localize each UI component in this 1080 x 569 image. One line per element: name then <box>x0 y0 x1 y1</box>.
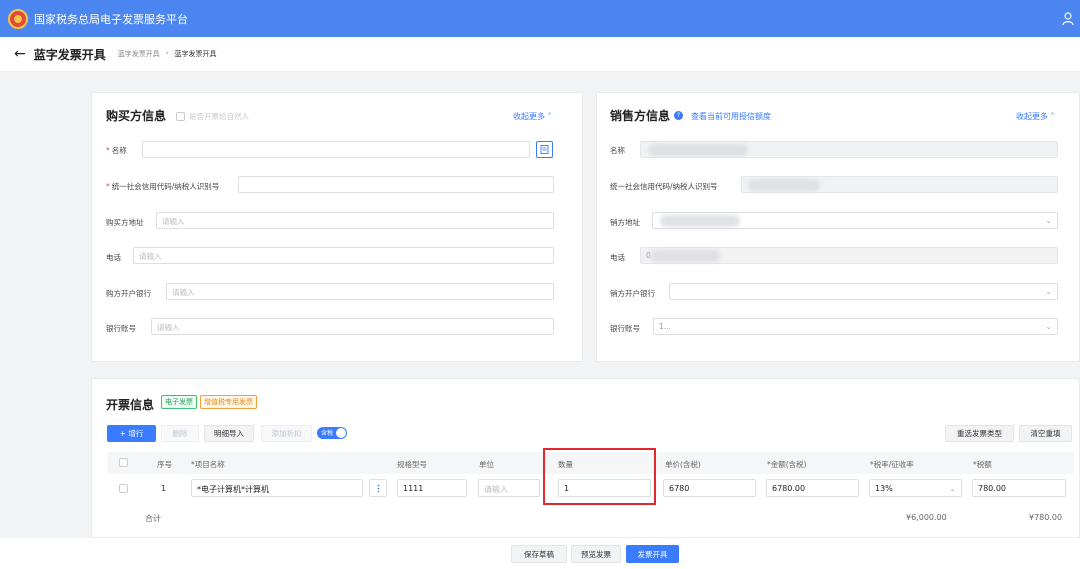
page-header: ← 蓝字发票开具 蓝字发票开具 › 蓝字发票开具 <box>0 37 1080 72</box>
page-title: 蓝字发票开具 <box>33 47 106 62</box>
seller-name-label: 名称 <box>610 146 625 155</box>
buyer-taxid-label: * 统一社会信用代码/纳税人识别号 <box>106 182 220 191</box>
tax-emblem-icon <box>8 8 28 29</box>
chevron-down-icon: ⌄ <box>1045 322 1052 331</box>
total-tax: ¥780.00 <box>1029 513 1063 522</box>
electronic-invoice-tag: 电子发票 <box>161 395 197 409</box>
col-amount: *金额(含税) <box>767 460 807 469</box>
natural-person-checkbox[interactable] <box>176 112 185 121</box>
col-unit: 单位 <box>479 460 494 469</box>
invoice-title: 开票信息 <box>106 398 155 412</box>
redacted-value <box>660 215 740 227</box>
amount-input[interactable]: 6780.00 <box>766 479 859 497</box>
preview-invoice-button[interactable]: 预览发票 <box>571 545 621 563</box>
row-checkbox[interactable] <box>119 484 128 493</box>
seller-collapse-link[interactable]: 收起更多 ˄ <box>1016 111 1055 122</box>
buyer-name-label: * 名称 <box>106 146 127 155</box>
chevron-down-icon: ⌄ <box>1045 216 1052 225</box>
select-all-checkbox[interactable] <box>119 458 128 467</box>
seller-address-label: 销方地址 <box>610 218 640 227</box>
seller-bank-label: 销方开户银行 <box>610 289 655 298</box>
buyer-phone-label: 电话 <box>106 253 121 262</box>
buyer-account-label: 银行账号 <box>106 324 136 333</box>
breadcrumb-current: 蓝字发票开具 <box>174 50 217 58</box>
chevron-down-icon: ⌄ <box>1045 287 1052 296</box>
redacted-value <box>748 179 820 191</box>
breadcrumb-item[interactable]: 蓝字发票开具 <box>118 49 160 59</box>
invoice-type-tag: 增值税专用发票 <box>200 395 257 409</box>
app-title: 国家税务总局电子发票服务平台 <box>34 12 188 26</box>
seller-taxid-label: 统一社会信用代码/纳税人识别号 <box>610 182 718 191</box>
seller-phone-label: 电话 <box>610 253 625 262</box>
info-icon[interactable]: ? <box>674 111 683 120</box>
user-icon[interactable] <box>1062 12 1074 26</box>
seller-account-label: 银行账号 <box>610 324 640 333</box>
delete-row-button[interactable]: 删除 <box>161 425 199 442</box>
issue-invoice-button[interactable]: 发票开具 <box>626 545 679 563</box>
tax-inclusive-toggle[interactable]: 含税 <box>317 427 347 439</box>
buyer-collapse-link[interactable]: 收起更多 ˄ <box>513 111 552 122</box>
tax-rate-select[interactable]: 13% ⌄ <box>869 479 962 497</box>
unit-input[interactable]: 请输入 <box>478 479 540 497</box>
col-tax-rate: *税率/征收率 <box>870 460 914 469</box>
detail-import-button[interactable]: 明细导入 <box>204 425 254 442</box>
col-tax: *税额 <box>973 460 992 469</box>
quota-link[interactable]: 查看当前可用授信额度 <box>691 111 771 122</box>
total-amount: ¥6,000.00 <box>906 513 947 522</box>
tax-input[interactable]: 780.00 <box>972 479 1066 497</box>
redacted-value <box>650 250 720 262</box>
chevron-down-icon: ⌄ <box>949 484 956 493</box>
item-name-input[interactable]: *电子计算机*计算机 <box>191 479 363 497</box>
col-spec: 规格型号 <box>397 460 427 469</box>
seller-bank-select[interactable]: ⌄ <box>669 283 1058 300</box>
buyer-address-label: 购买方地址 <box>106 218 144 227</box>
breadcrumb-separator: › <box>165 49 169 57</box>
quantity-highlight-box <box>543 448 656 505</box>
buyer-account-input[interactable]: 请输入 <box>151 318 554 335</box>
save-draft-button[interactable]: 保存草稿 <box>511 545 567 563</box>
address-book-icon <box>540 145 549 154</box>
seller-account-select[interactable]: 1... ⌄ <box>653 318 1058 335</box>
row-index: 1 <box>161 484 167 493</box>
buyer-address-input[interactable]: 请输入 <box>156 212 554 229</box>
total-label: 合计 <box>145 514 161 523</box>
col-index: 序号 <box>157 460 172 469</box>
breadcrumb: 蓝字发票开具 › 蓝字发票开具 <box>118 49 217 59</box>
col-item-name: *项目名称 <box>191 460 225 469</box>
buyer-name-input[interactable] <box>142 141 530 158</box>
buyer-phone-input[interactable]: 请输入 <box>133 247 554 264</box>
buyer-title: 购买方信息 <box>106 109 167 123</box>
natural-person-label: 是否开票给自然人 <box>189 112 249 121</box>
add-row-button[interactable]: + 增行 <box>107 425 156 442</box>
spec-input[interactable]: 1111 <box>397 479 467 497</box>
item-more-button[interactable] <box>369 479 387 497</box>
buyer-bank-label: 购方开户银行 <box>106 289 151 298</box>
redacted-value <box>648 144 748 156</box>
buyer-bank-input[interactable]: 请输入 <box>166 283 554 300</box>
more-dots-icon <box>377 484 379 492</box>
back-arrow-icon[interactable]: ← <box>14 46 26 62</box>
col-unit-price: 单价(含税) <box>665 460 701 469</box>
seller-title: 销售方信息 <box>610 109 671 123</box>
buyer-address-book-button[interactable] <box>536 141 553 158</box>
app-topbar: 国家税务总局电子发票服务平台 <box>0 0 1080 37</box>
reselect-invoice-type-button[interactable]: 重选发票类型 <box>945 425 1014 442</box>
left-margin <box>0 72 78 538</box>
unit-price-input[interactable]: 6780 <box>663 479 756 497</box>
buyer-taxid-input[interactable] <box>238 176 554 193</box>
add-discount-button[interactable]: 添加折扣 <box>261 425 312 442</box>
clear-refill-button[interactable]: 清空重填 <box>1019 425 1072 442</box>
